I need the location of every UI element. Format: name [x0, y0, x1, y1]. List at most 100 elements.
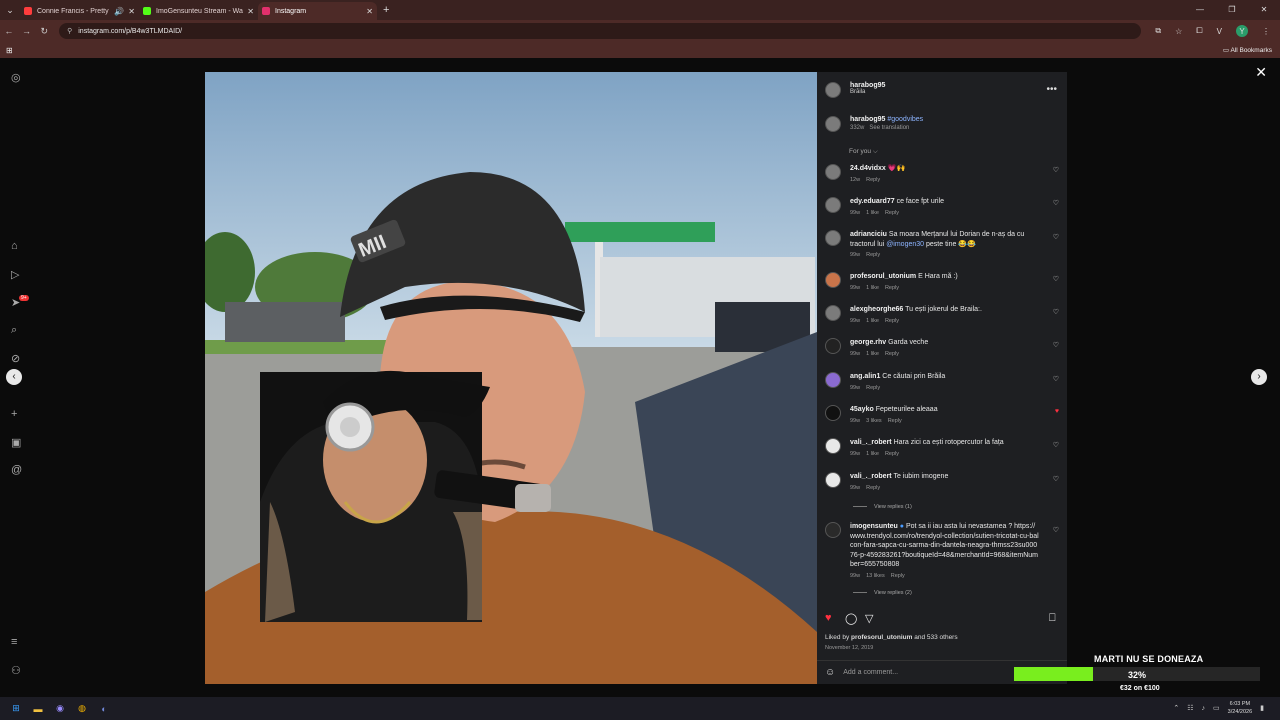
like-comment-icon[interactable]: ♡: [1053, 526, 1059, 534]
save-bookmark-icon[interactable]: ⎕: [1049, 612, 1056, 625]
like-comment-icon[interactable]: ♡: [1053, 233, 1059, 241]
all-bookmarks-button[interactable]: ▭ All Bookmarks: [1223, 46, 1272, 54]
comment-username[interactable]: adrianciciu: [850, 231, 887, 238]
comment-likes[interactable]: 13 likes: [866, 573, 885, 579]
add-comment-input[interactable]: Add a comment...: [843, 669, 898, 676]
forward-icon[interactable]: →: [18, 26, 36, 36]
commenter-avatar[interactable]: [825, 405, 841, 421]
like-comment-icon[interactable]: ♡: [1053, 308, 1059, 316]
audio-icon[interactable]: 🔊: [114, 7, 124, 16]
tab-connie-francis[interactable]: Connie Francis - Pretty Littl 🔊 ✕: [20, 2, 139, 20]
caption-hashtag[interactable]: #goodvibes: [887, 116, 923, 123]
reply-link[interactable]: Reply: [866, 385, 880, 391]
instagram-logo-icon[interactable]: ◎: [11, 71, 21, 84]
commenter-avatar[interactable]: [825, 197, 841, 213]
back-icon[interactable]: ←: [0, 26, 18, 36]
view-replies-button[interactable]: View replies (2): [853, 590, 912, 596]
install-app-icon[interactable]: ⧉: [1155, 26, 1161, 36]
commenter-avatar[interactable]: [825, 372, 841, 388]
reply-link[interactable]: Reply: [885, 451, 899, 457]
apps-grid-icon[interactable]: ⊞: [6, 46, 13, 55]
notifications-icon[interactable]: ▮: [1260, 704, 1264, 712]
discord-icon[interactable]: ◐: [98, 703, 110, 715]
site-info-icon[interactable]: ⚲: [67, 27, 72, 35]
like-comment-icon[interactable]: ♡: [1053, 375, 1059, 383]
close-modal-icon[interactable]: ✕: [1255, 64, 1267, 81]
comment-username[interactable]: vali_._robert: [850, 439, 892, 446]
post-photo[interactable]: MII: [205, 72, 817, 684]
author-avatar[interactable]: [825, 116, 841, 132]
file-explorer-icon[interactable]: ▬: [32, 703, 44, 715]
threads-icon[interactable]: @: [11, 464, 22, 476]
like-comment-icon[interactable]: ♡: [1053, 166, 1059, 174]
comment-username[interactable]: 45ayko: [850, 406, 874, 413]
comment-username[interactable]: ang.alin1: [850, 373, 880, 380]
comment-username[interactable]: edy.eduard77: [850, 198, 895, 205]
tab-close-icon[interactable]: ✕: [247, 7, 254, 16]
comment-username[interactable]: 24.d4vidxx: [850, 165, 886, 172]
close-window-icon[interactable]: ✕: [1248, 0, 1280, 20]
extensions-icon[interactable]: ⧠: [1196, 26, 1202, 36]
post-location[interactable]: Brăila: [850, 89, 885, 95]
liked-comment-heart-icon[interactable]: ♥: [1055, 408, 1059, 415]
tab-kick-stream[interactable]: ImoGensunteu Stream - Watch ✕: [139, 2, 258, 20]
reply-link[interactable]: Reply: [866, 177, 880, 183]
tab-close-icon[interactable]: ✕: [366, 7, 373, 16]
commenter-avatar[interactable]: [825, 338, 841, 354]
windows-start-icon[interactable]: ⊞: [10, 703, 22, 715]
home-icon[interactable]: ⌂: [11, 240, 18, 252]
chrome-icon[interactable]: ◍: [76, 703, 88, 715]
like-comment-icon[interactable]: ♡: [1053, 341, 1059, 349]
more-menu-icon[interactable]: ≡: [11, 636, 17, 648]
address-bar[interactable]: ⚲ instagram.com/p/B4w3TLMDAID/: [59, 23, 1142, 39]
next-post-icon[interactable]: ›: [1251, 369, 1267, 385]
comment-likes[interactable]: 1 like: [866, 351, 879, 357]
like-comment-icon[interactable]: ♡: [1053, 475, 1059, 483]
reply-link[interactable]: Reply: [866, 485, 880, 491]
comment-username[interactable]: profesorul_utonium: [850, 273, 916, 280]
author-username[interactable]: harabog95: [850, 82, 885, 89]
like-post-heart-icon[interactable]: ♥: [825, 612, 832, 624]
comment-likes[interactable]: 1 like: [866, 210, 879, 216]
reply-link[interactable]: Reply: [885, 351, 899, 357]
comment-likes[interactable]: 3 likes: [866, 418, 882, 424]
commenter-avatar[interactable]: [825, 230, 841, 246]
commenter-avatar[interactable]: [825, 472, 841, 488]
previous-post-icon[interactable]: ‹: [6, 369, 22, 385]
tab-instagram[interactable]: Instagram ✕: [258, 2, 377, 20]
view-replies-button[interactable]: View replies (1): [853, 504, 912, 510]
minimize-icon[interactable]: —: [1184, 0, 1216, 20]
maximize-icon[interactable]: ❐: [1216, 0, 1248, 20]
commenter-avatar[interactable]: [825, 305, 841, 321]
meta-icon[interactable]: ⚇: [11, 664, 21, 677]
reply-link[interactable]: Reply: [891, 573, 905, 579]
tab-close-icon[interactable]: ✕: [128, 7, 135, 16]
author-avatar[interactable]: [825, 82, 841, 98]
liked-by-count[interactable]: and 533 others: [914, 634, 957, 641]
like-comment-icon[interactable]: ♡: [1053, 441, 1059, 449]
new-tab-button[interactable]: +: [383, 4, 389, 16]
battery-icon[interactable]: ▭: [1213, 704, 1220, 712]
dashboard-icon[interactable]: ▣: [11, 436, 21, 449]
commenter-avatar[interactable]: [825, 522, 841, 538]
commenter-avatar[interactable]: [825, 164, 841, 180]
comment-likes[interactable]: 1 like: [866, 318, 879, 324]
share-icon[interactable]: ▽: [865, 612, 873, 625]
network-icon[interactable]: ☷: [1187, 704, 1193, 712]
reload-icon[interactable]: ↻: [35, 26, 53, 37]
like-comment-icon[interactable]: ♡: [1053, 199, 1059, 207]
emoji-icon[interactable]: ☺: [825, 667, 835, 678]
more-options-icon[interactable]: •••: [1046, 84, 1057, 95]
comment-username[interactable]: vali_._robert: [850, 473, 892, 480]
explore-icon[interactable]: ⊘: [11, 352, 20, 365]
comment-username[interactable]: alexgheorghe66: [850, 306, 903, 313]
clock[interactable]: 6:03 PM 3/24/2026: [1228, 700, 1252, 716]
liked-by-user[interactable]: profesorul_utonium: [851, 634, 912, 641]
create-icon[interactable]: +: [11, 408, 17, 420]
menu-icon[interactable]: ⋮: [1262, 27, 1270, 36]
caption-username[interactable]: harabog95: [850, 116, 885, 123]
reply-link[interactable]: Reply: [885, 210, 899, 216]
bookmark-star-icon[interactable]: ☆: [1175, 27, 1182, 36]
comment-likes[interactable]: 1 like: [866, 451, 879, 457]
reply-link[interactable]: Reply: [888, 418, 902, 424]
